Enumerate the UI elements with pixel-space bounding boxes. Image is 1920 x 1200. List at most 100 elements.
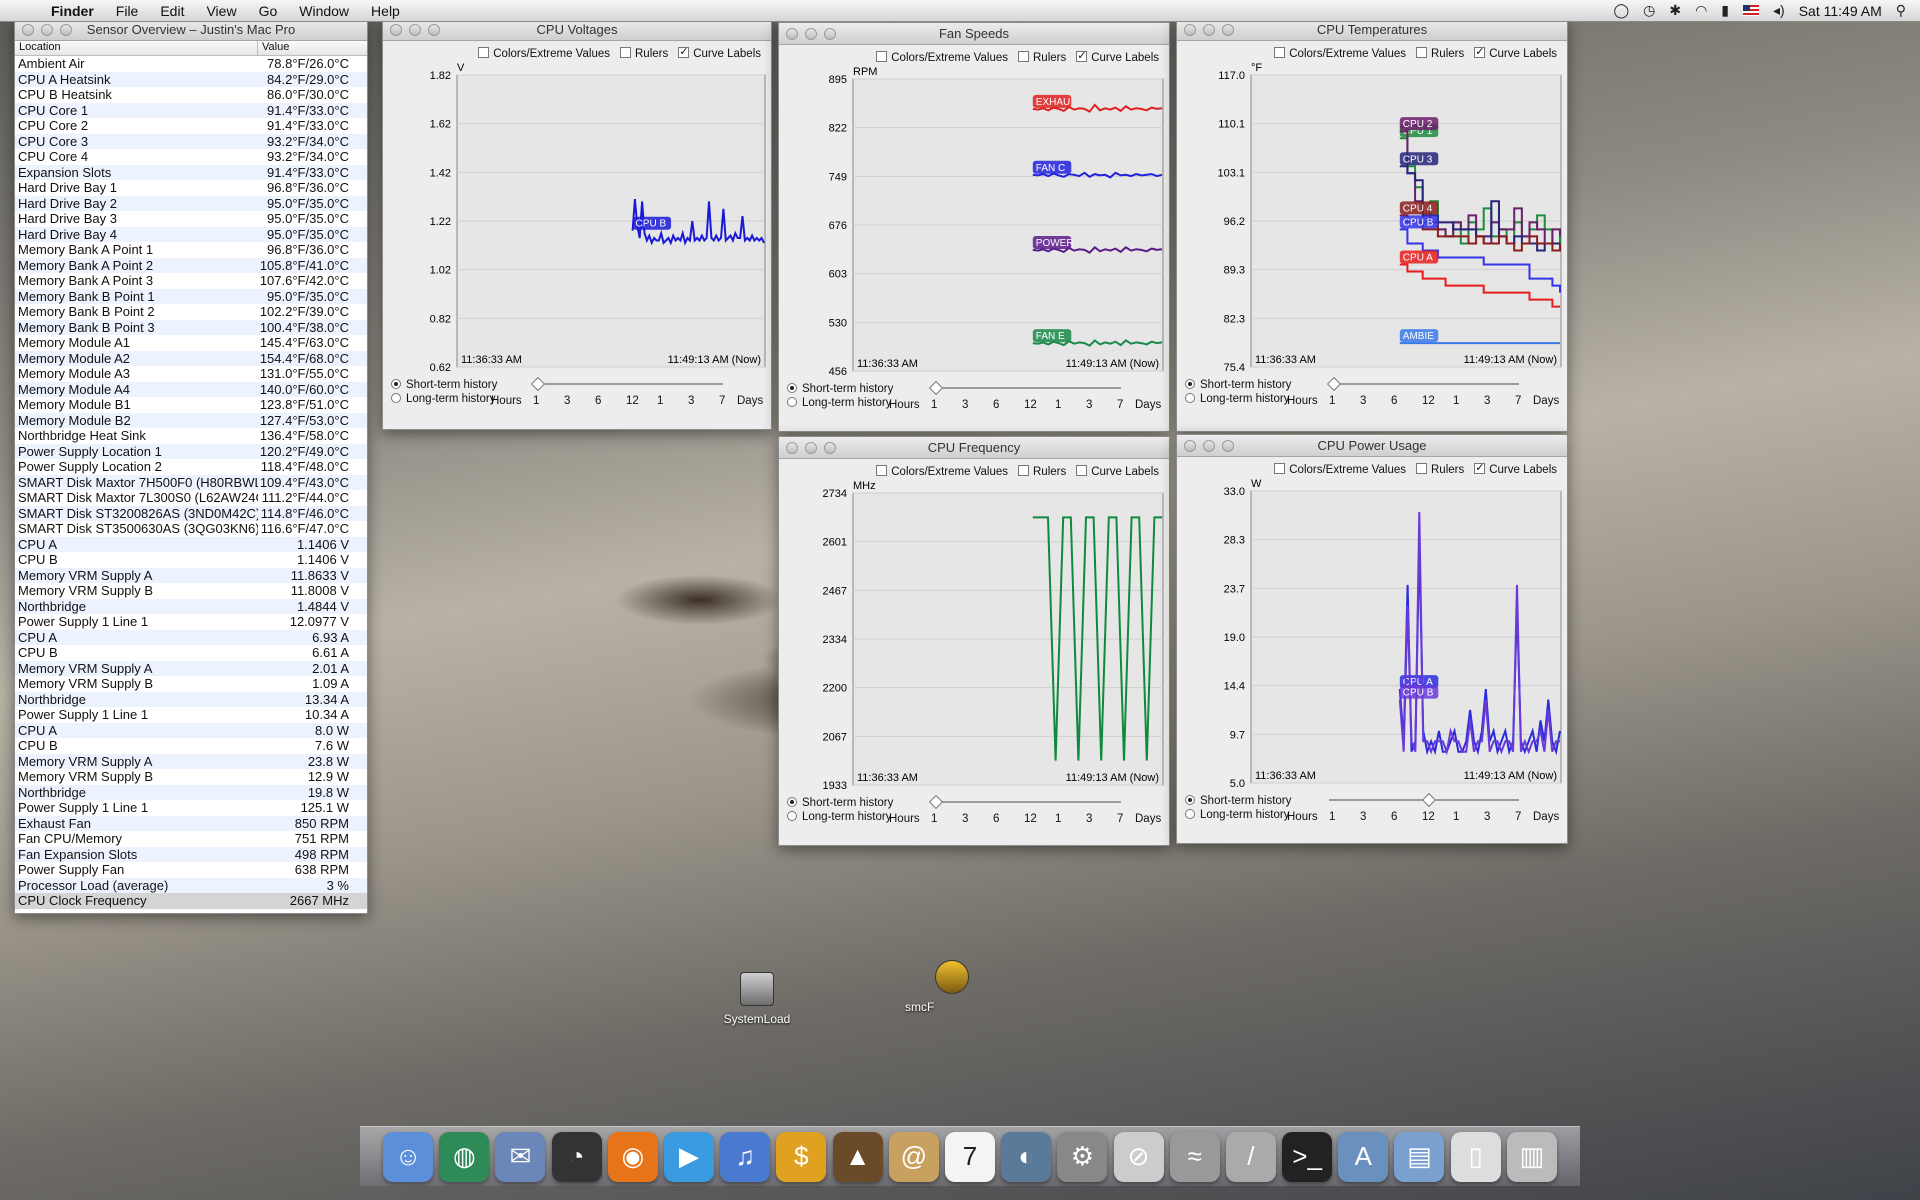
- desktop-icon-systemload[interactable]: SystemLoad: [712, 972, 802, 1026]
- table-row[interactable]: Memory Bank B Point 1 95.0°F/35.0°C: [15, 288, 367, 304]
- col-header-location[interactable]: Location: [15, 41, 258, 55]
- radio-button[interactable]: [391, 379, 401, 389]
- table-row[interactable]: Memory Module A4 140.0°F/60.0°C: [15, 381, 367, 397]
- table-row[interactable]: CPU A Heatsink 84.2°F/29.0°C: [15, 71, 367, 87]
- table-row[interactable]: Power Supply 1 Line 1 125.1 W: [15, 800, 367, 816]
- table-row[interactable]: CPU Core 1 91.4°F/33.0°C: [15, 102, 367, 118]
- documents-dock-icon[interactable]: ▤: [1394, 1131, 1445, 1182]
- table-row[interactable]: Fan CPU/Memory 751 RPM: [15, 831, 367, 847]
- itunes-dock-icon[interactable]: ♫: [720, 1131, 771, 1182]
- table-row[interactable]: Memory VRM Supply A 11.8633 V: [15, 567, 367, 583]
- history-slider-track[interactable]: [931, 801, 1121, 803]
- table-row[interactable]: Hard Drive Bay 1 96.8°F/36.0°C: [15, 180, 367, 196]
- long-term-radio[interactable]: Long-term history: [787, 811, 893, 823]
- table-row[interactable]: CPU Core 4 93.2°F/34.0°C: [15, 149, 367, 165]
- table-row[interactable]: CPU B Heatsink 86.0°F/30.0°C: [15, 87, 367, 103]
- volume-icon[interactable]: ◂): [1773, 2, 1785, 19]
- spotlight-icon[interactable]: ⚲: [1896, 2, 1906, 19]
- noentry-dock-icon[interactable]: ⊘: [1113, 1131, 1164, 1182]
- history-slider-track[interactable]: [931, 387, 1121, 389]
- menu-app-name[interactable]: Finder: [40, 3, 105, 19]
- table-row[interactable]: Exhaust Fan 850 RPM: [15, 815, 367, 831]
- table-row[interactable]: SMART Disk ST3500630AS (3QG03KN6) 116.6°F…: [15, 521, 367, 537]
- desktop-icon-smc[interactable]: smcF: [905, 960, 969, 1014]
- mail-dock-icon[interactable]: ✉: [495, 1131, 546, 1182]
- table-row[interactable]: Memory Bank A Point 1 96.8°F/36.0°C: [15, 242, 367, 258]
- scalpel-dock-icon[interactable]: /: [1225, 1131, 1276, 1182]
- table-row[interactable]: Northbridge Heat Sink 136.4°F/58.0°C: [15, 428, 367, 444]
- table-row[interactable]: Memory Bank A Point 2 105.8°F/41.0°C: [15, 257, 367, 273]
- radio-button[interactable]: [787, 383, 797, 393]
- files-dock-icon[interactable]: ▯: [1450, 1131, 1501, 1182]
- table-row[interactable]: Power Supply Location 2 118.4°F/48.0°C: [15, 459, 367, 475]
- table-row[interactable]: SMART Disk Maxtor 7L300S0 (L62AW24G) 111.…: [15, 490, 367, 506]
- preview-dock-icon[interactable]: ◐: [1001, 1131, 1052, 1182]
- addressbook-dock-icon[interactable]: @: [888, 1131, 939, 1182]
- radio-button[interactable]: [787, 797, 797, 807]
- radio-button[interactable]: [1185, 809, 1195, 819]
- input-flag-icon[interactable]: [1743, 5, 1760, 16]
- short-term-radio[interactable]: Short-term history: [391, 379, 497, 391]
- table-row[interactable]: Ambient Air 78.8°F/26.0°C: [15, 56, 367, 72]
- table-row[interactable]: Processor Load (average) 3 %: [15, 877, 367, 893]
- table-row[interactable]: Hard Drive Bay 4 95.0°F/35.0°C: [15, 226, 367, 242]
- table-row[interactable]: Memory Bank B Point 3 100.4°F/38.0°C: [15, 319, 367, 335]
- table-row[interactable]: Memory Module A2 154.4°F/68.0°C: [15, 350, 367, 366]
- globe-dock-icon[interactable]: ◍: [439, 1131, 490, 1182]
- short-term-radio[interactable]: Short-term history: [787, 797, 893, 809]
- long-term-radio[interactable]: Long-term history: [391, 393, 497, 405]
- menu-edit[interactable]: Edit: [149, 3, 195, 19]
- table-row[interactable]: Power Supply Fan 638 RPM: [15, 862, 367, 878]
- radio-button[interactable]: [391, 393, 401, 403]
- menu-file[interactable]: File: [105, 3, 150, 19]
- table-row[interactable]: Memory VRM Supply B 1.09 A: [15, 676, 367, 692]
- short-term-radio[interactable]: Short-term history: [1185, 379, 1291, 391]
- time-machine-icon[interactable]: ◷: [1643, 2, 1655, 19]
- table-row[interactable]: Memory Bank A Point 3 107.6°F/42.0°C: [15, 273, 367, 289]
- table-row[interactable]: Power Supply 1 Line 1 10.34 A: [15, 707, 367, 723]
- iphoto-dock-icon[interactable]: ▲: [832, 1131, 883, 1182]
- history-slider-track[interactable]: [533, 383, 723, 385]
- table-row[interactable]: CPU A 1.1406 V: [15, 536, 367, 552]
- table-row[interactable]: Power Supply 1 Line 1 12.0977 V: [15, 614, 367, 630]
- table-row[interactable]: Northbridge 1.4844 V: [15, 598, 367, 614]
- table-row[interactable]: CPU A 6.93 A: [15, 629, 367, 645]
- history-slider-track[interactable]: [1329, 383, 1519, 385]
- table-row[interactable]: CPU B 1.1406 V: [15, 552, 367, 568]
- radio-button[interactable]: [787, 397, 797, 407]
- menu-go[interactable]: Go: [248, 3, 289, 19]
- speech-bubble-icon[interactable]: ◯: [1613, 2, 1629, 19]
- long-term-radio[interactable]: Long-term history: [787, 397, 893, 409]
- long-term-radio[interactable]: Long-term history: [1185, 393, 1291, 405]
- finder-dock-icon[interactable]: ☺: [383, 1131, 434, 1182]
- ical-dock-icon[interactable]: 7: [944, 1131, 995, 1182]
- table-row[interactable]: Expansion Slots 91.4°F/33.0°C: [15, 164, 367, 180]
- table-row[interactable]: CPU Clock Frequency 2667 MHz: [15, 893, 367, 909]
- menu-window[interactable]: Window: [288, 3, 360, 19]
- radio-button[interactable]: [787, 811, 797, 821]
- facetime-dock-icon[interactable]: ▶: [664, 1131, 715, 1182]
- table-row[interactable]: Hard Drive Bay 2 95.0°F/35.0°C: [15, 195, 367, 211]
- radio-button[interactable]: [1185, 379, 1195, 389]
- col-header-value[interactable]: Value: [258, 41, 367, 55]
- table-row[interactable]: CPU Core 2 91.4°F/33.0°C: [15, 118, 367, 134]
- table-row[interactable]: Memory Bank B Point 2 102.2°F/39.0°C: [15, 304, 367, 320]
- firefox-dock-icon[interactable]: ◉: [607, 1131, 658, 1182]
- dashboard-dock-icon[interactable]: ◔: [551, 1131, 602, 1182]
- trash-dock-icon[interactable]: ▥: [1506, 1131, 1557, 1182]
- table-row[interactable]: CPU Core 3 93.2°F/34.0°C: [15, 133, 367, 149]
- clock[interactable]: Sat 11:49 AM: [1799, 3, 1882, 19]
- short-term-radio[interactable]: Short-term history: [787, 383, 893, 395]
- long-term-radio[interactable]: Long-term history: [1185, 809, 1291, 821]
- zoom-button[interactable]: [60, 24, 72, 36]
- close-button[interactable]: [22, 24, 34, 36]
- table-row[interactable]: Fan Expansion Slots 498 RPM: [15, 846, 367, 862]
- table-row[interactable]: SMART Disk ST3200826AS (3ND0M42C) 114.8°F…: [15, 505, 367, 521]
- radio-button[interactable]: [1185, 393, 1195, 403]
- minimize-button[interactable]: [41, 24, 53, 36]
- table-row[interactable]: CPU B 7.6 W: [15, 738, 367, 754]
- wifi-icon[interactable]: ◠: [1695, 2, 1707, 19]
- terminal-dock-icon[interactable]: >_: [1282, 1131, 1333, 1182]
- window-titlebar[interactable]: Sensor Overview – Justin's Mac Pro: [15, 19, 367, 41]
- short-term-radio[interactable]: Short-term history: [1185, 795, 1291, 807]
